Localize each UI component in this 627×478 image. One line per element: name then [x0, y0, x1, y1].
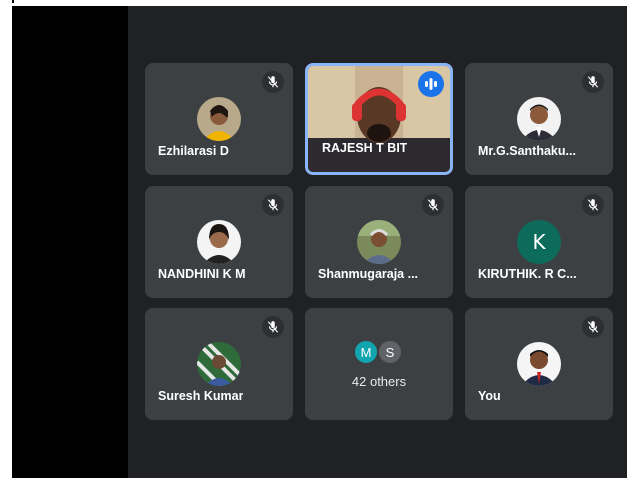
mic-off-icon: [582, 194, 604, 216]
participant-tile[interactable]: Suresh Kumar: [145, 308, 293, 420]
others-tile[interactable]: M S 42 others: [305, 308, 453, 420]
avatar: [517, 342, 561, 386]
participant-tile[interactable]: Shanmugaraja ...: [305, 186, 453, 298]
left-white-strip: [0, 0, 12, 478]
participant-name: NANDHINI K M: [158, 267, 246, 281]
participant-tile-active-speaker[interactable]: RAJESH T BIT: [305, 63, 453, 175]
participant-name: Suresh Kumar: [158, 389, 244, 403]
mic-off-icon: [262, 71, 284, 93]
left-black-panel: [12, 6, 128, 478]
avatar: [197, 220, 241, 264]
participant-name: RAJESH T BIT: [322, 141, 408, 155]
others-avatar: S: [377, 339, 403, 365]
mic-off-icon: [422, 194, 444, 216]
participant-name: You: [478, 389, 501, 403]
avatar-letter: K: [517, 220, 561, 264]
participant-name: Mr.G.Santhaku...: [478, 144, 576, 158]
others-count-label: 42 others: [351, 374, 407, 389]
participant-tile[interactable]: K KIRUTHIK. R C...: [465, 186, 613, 298]
participant-name: Shanmugaraja ...: [318, 267, 419, 281]
avatar: [517, 97, 561, 141]
meeting-grid: Ezhilarasi D RAJESH T BIT Mr.G.Santhaku.…: [128, 6, 627, 478]
others-avatar: M: [353, 339, 379, 365]
participant-tile[interactable]: NANDHINI K M: [145, 186, 293, 298]
mic-off-icon: [262, 194, 284, 216]
audio-level-icon: [418, 71, 444, 97]
mic-off-icon: [262, 316, 284, 338]
avatar: [197, 342, 241, 386]
avatar: [357, 220, 401, 264]
participant-tile[interactable]: Mr.G.Santhaku...: [465, 63, 613, 175]
others-avatar-stack: M S: [353, 339, 413, 365]
avatar: [197, 97, 241, 141]
participant-tile-self[interactable]: You: [465, 308, 613, 420]
participant-name: KIRUTHIK. R C...: [478, 267, 577, 281]
mic-off-icon: [582, 316, 604, 338]
participant-tile[interactable]: Ezhilarasi D: [145, 63, 293, 175]
participant-name: Ezhilarasi D: [158, 144, 229, 158]
mic-off-icon: [582, 71, 604, 93]
